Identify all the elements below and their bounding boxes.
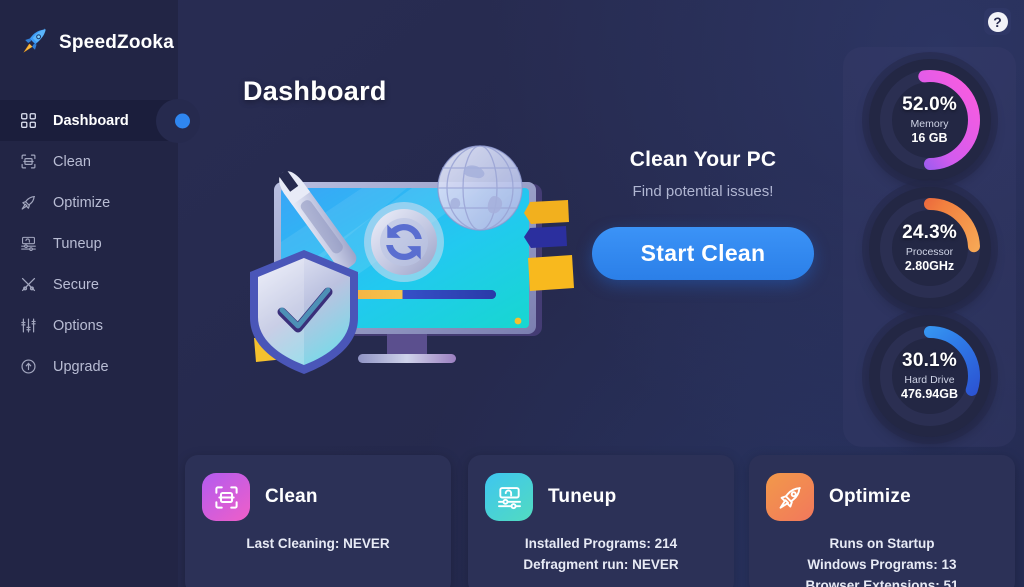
cta-subtitle: Find potential issues! [632,183,774,200]
sidebar-item-label: Clean [53,153,91,170]
sidebar-item-label: Upgrade [53,358,109,375]
tools-icon [19,275,38,294]
card-header: Clean [185,455,451,521]
rocket-icon [766,473,814,521]
card-optimize[interactable]: Optimize Runs on Startup Windows Program… [749,455,1015,587]
app-window: SpeedZooka Dashboard Clean Optimize Tune… [0,0,1024,587]
cta-section: Clean Your PC Find potential issues! Sta… [592,148,814,280]
sidebar-item-optimize[interactable]: Optimize [0,182,178,223]
gauge-text: 24.3% Processor 2.80GHz [902,222,957,274]
gauge-percent: 30.1% [902,350,957,372]
help-button[interactable]: ? [984,8,1011,35]
system-stats-panel: 52.0% Memory 16 GB 24.3% Processor 2.80G… [843,47,1016,447]
start-clean-button[interactable]: Start Clean [592,227,814,280]
sidebar-item-options[interactable]: Options [0,305,178,346]
gauge-value: 16 GB [911,131,948,146]
sidebar-item-tuneup[interactable]: Tuneup [0,223,178,264]
card-line: Last Cleaning: NEVER [246,536,390,551]
gauge-label: Processor [905,245,954,258]
card-lines: Last Cleaning: NEVER [185,534,451,555]
card-title: Tuneup [548,486,617,507]
sidebar-item-label: Secure [53,276,99,293]
card-header: Tuneup [468,455,734,521]
card-line: Windows Programs: 13 [807,556,957,572]
gauge-label: Hard Drive [904,373,955,386]
card-line: Defragment run: NEVER [523,556,679,572]
card-lines: Installed Programs: 214 Defragment run: … [468,534,734,576]
brand-name: SpeedZooka [59,32,174,53]
card-header: Optimize [749,455,1015,521]
active-indicator-dot [175,113,190,128]
rocket-icon [19,193,38,212]
gauge-percent: 52.0% [902,94,957,116]
gauge-value: 476.94GB [901,387,958,402]
sliders-icon [19,316,38,335]
question-mark-icon: ? [987,11,1008,32]
sidebar-item-secure[interactable]: Secure [0,264,178,305]
card-title: Clean [265,486,318,507]
card-line: Browser Extensions: 51 [805,577,959,587]
card-tuneup[interactable]: Tuneup Installed Programs: 214 Defragmen… [468,455,734,587]
pc-cleanup-illustration [232,122,578,384]
card-clean[interactable]: Clean Last Cleaning: NEVER [185,455,451,587]
upgrade-icon [19,357,38,376]
card-title: Optimize [829,486,911,507]
sidebar-item-clean[interactable]: Clean [0,141,178,182]
sidebar-item-label: Options [53,317,103,334]
gauge-hard-drive: 30.1% Hard Drive 476.94GB [868,315,991,437]
sidebar: SpeedZooka Dashboard Clean Optimize Tune… [0,0,190,587]
tuneup-icon [19,234,38,253]
card-line: Installed Programs: 214 [524,536,678,551]
scan-icon [19,152,38,171]
page-title: Dashboard [243,76,387,106]
grid-icon [19,111,38,130]
tuneup-icon [485,473,533,521]
gauge-processor: 24.3% Processor 2.80GHz [868,187,991,309]
gauge-label: Memory [910,117,949,130]
sidebar-item-label: Optimize [53,194,111,211]
gauge-memory: 52.0% Memory 16 GB [868,59,991,181]
card-line: Runs on Startup [829,536,935,551]
sidebar-item-upgrade[interactable]: Upgrade [0,346,178,387]
gauge-text: 30.1% Hard Drive 476.94GB [901,350,958,402]
cta-title: Clean Your PC [629,148,777,171]
scan-icon [202,473,250,521]
gauge-value: 2.80GHz [904,259,955,274]
brand: SpeedZooka [0,0,178,64]
sidebar-item-dashboard[interactable]: Dashboard [0,100,190,141]
card-lines: Runs on Startup Windows Programs: 13 Bro… [749,534,1015,587]
sidebar-item-label: Tuneup [53,235,102,252]
sidebar-item-label: Dashboard [53,112,129,129]
rocket-icon [20,26,50,61]
gauge-percent: 24.3% [902,222,957,244]
gauge-text: 52.0% Memory 16 GB [902,94,957,146]
sidebar-nav: Dashboard Clean Optimize Tuneup Secure O… [0,100,190,387]
